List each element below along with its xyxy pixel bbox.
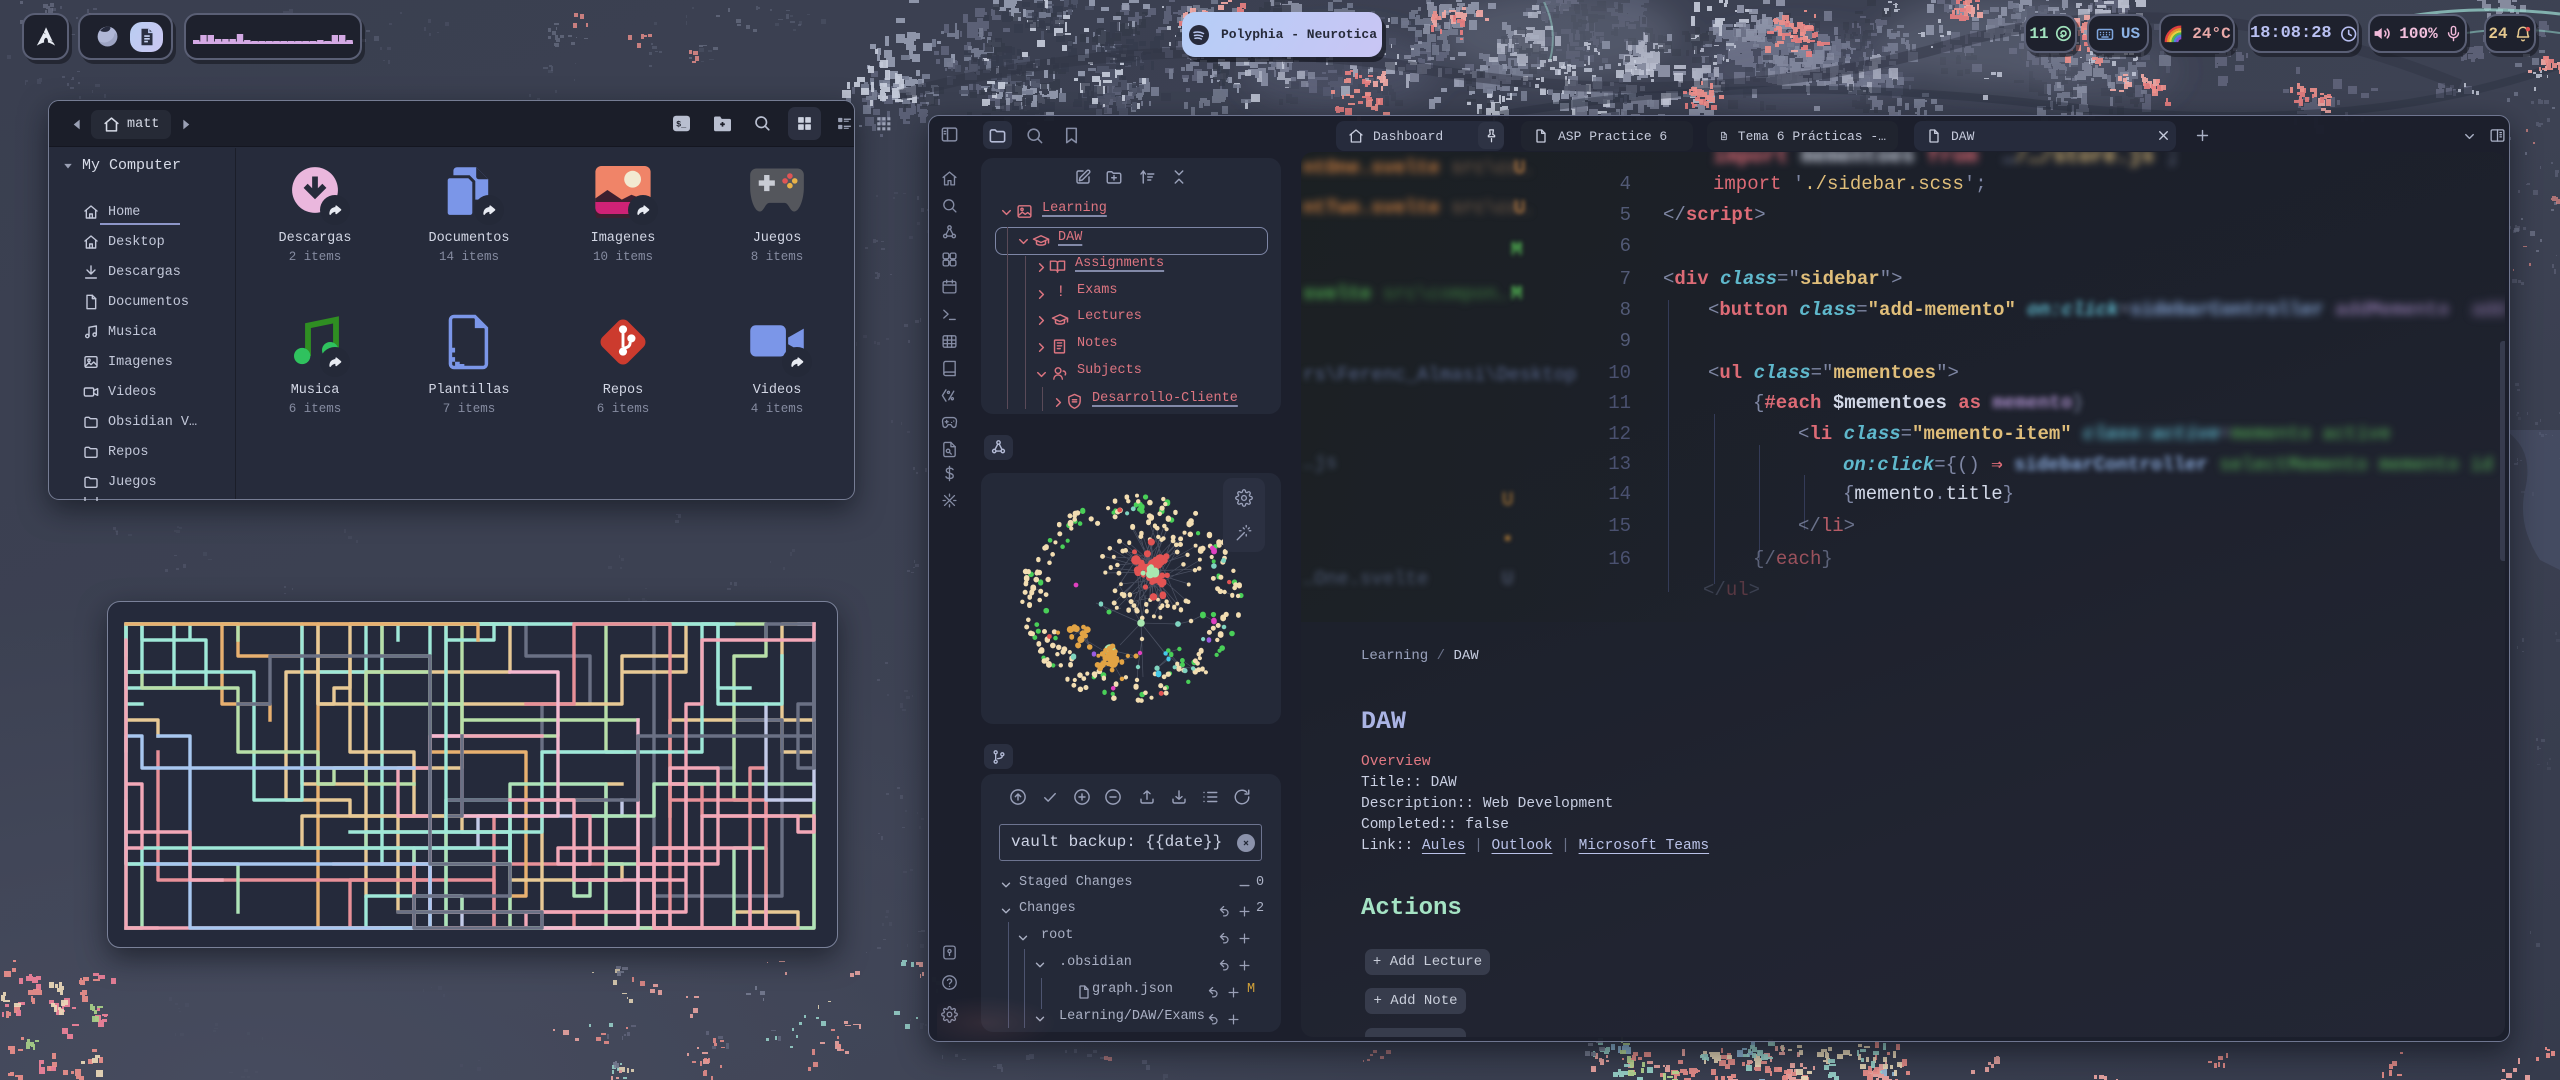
svg-text:$_: $_ bbox=[676, 119, 687, 129]
